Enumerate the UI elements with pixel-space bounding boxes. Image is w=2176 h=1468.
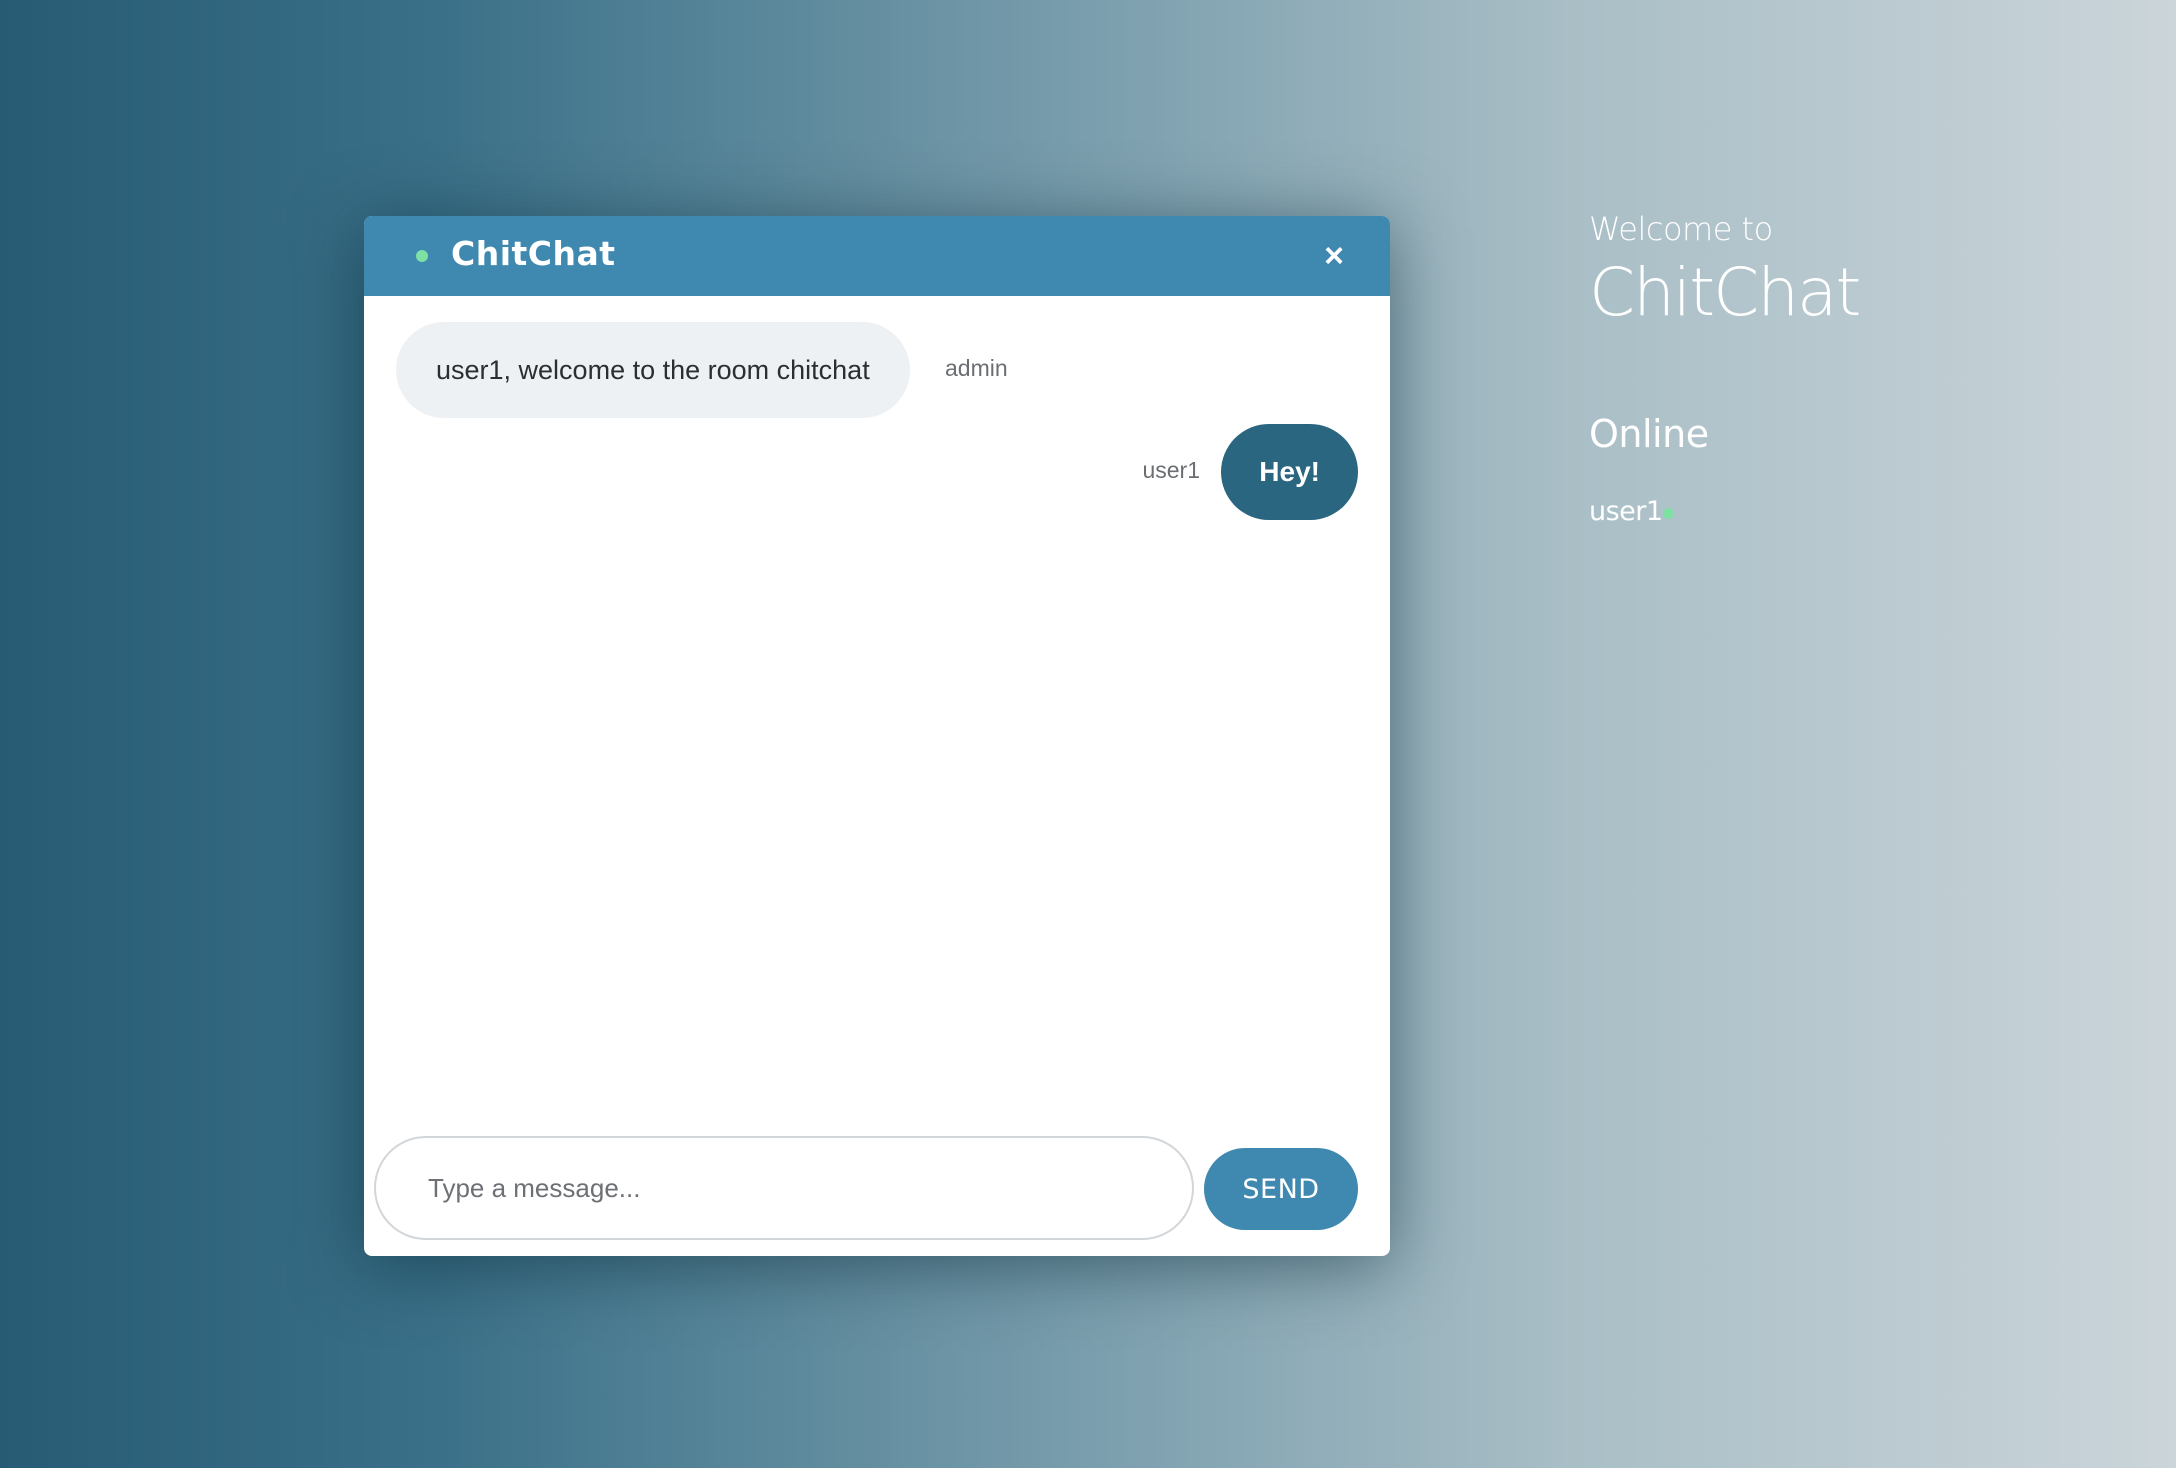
online-status-icon bbox=[416, 250, 428, 262]
message-sender: admin bbox=[945, 355, 1008, 381]
welcome-title: ChitChat bbox=[1589, 254, 1861, 331]
online-heading: Online bbox=[1589, 412, 1709, 456]
message-bubble-sent: Hey! bbox=[1221, 424, 1358, 520]
chat-window: ChitChat × user1, welcome to the room ch… bbox=[364, 216, 1390, 1256]
welcome-subtitle: Welcome to bbox=[1589, 210, 1773, 248]
online-user-name: user1 bbox=[1589, 496, 1663, 527]
message-input[interactable] bbox=[374, 1136, 1194, 1240]
message-bubble-received: user1, welcome to the room chitchat bbox=[396, 322, 910, 418]
send-button[interactable]: SEND bbox=[1204, 1148, 1358, 1230]
chat-title: ChitChat bbox=[451, 234, 616, 273]
close-icon[interactable]: × bbox=[1318, 239, 1350, 273]
online-status-icon bbox=[1663, 508, 1674, 519]
message-sender: user1 bbox=[1142, 457, 1200, 483]
chat-header: ChitChat × bbox=[364, 216, 1390, 296]
